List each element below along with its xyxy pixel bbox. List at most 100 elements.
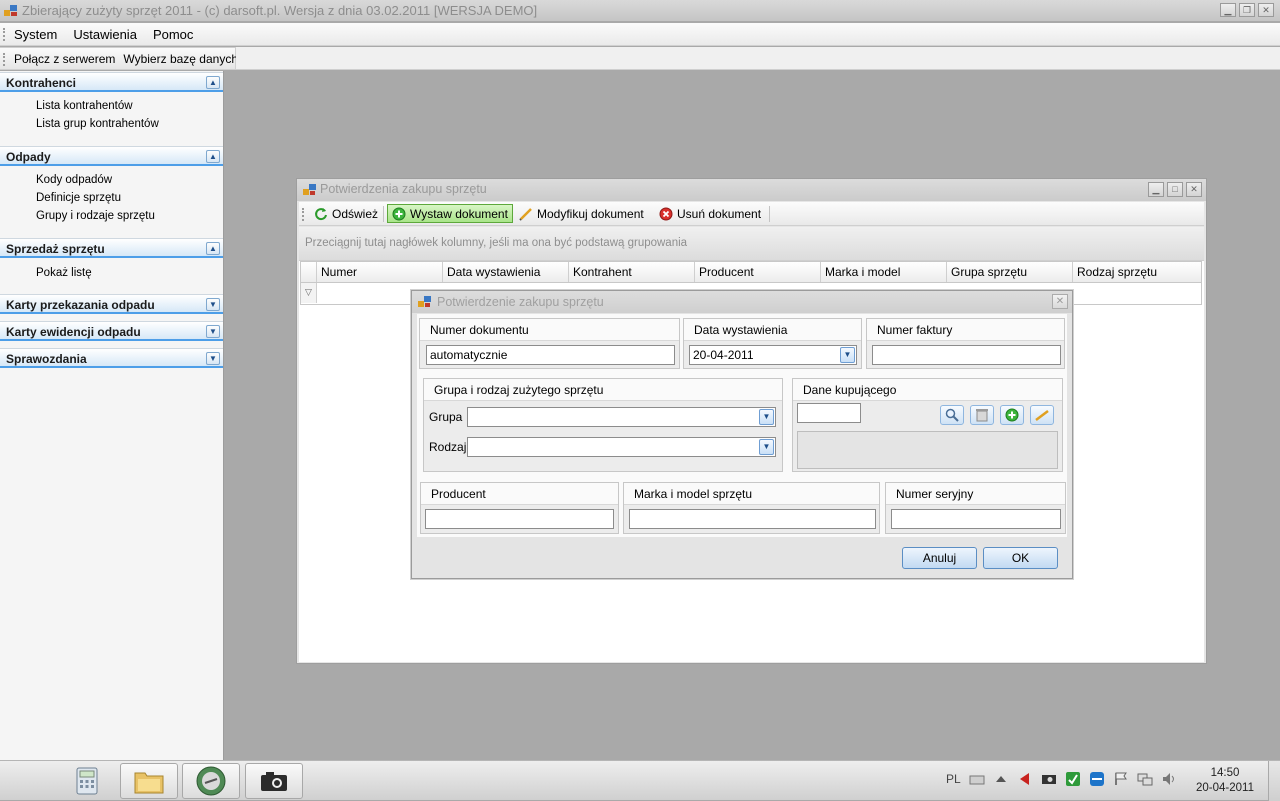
column-numer[interactable]: Numer	[317, 262, 443, 282]
grupa-label: Grupa	[429, 410, 463, 424]
marka-field[interactable]	[629, 509, 876, 529]
sidebar-item-lista-kontrahentow[interactable]: Lista kontrahentów	[36, 100, 133, 112]
list-window-title: Potwierdzenia zakupu sprzętu	[320, 182, 487, 196]
grip-icon[interactable]	[302, 208, 306, 221]
grip-icon[interactable]	[3, 28, 7, 41]
chevron-up-icon[interactable]: ▲	[206, 150, 220, 163]
taskbar-app[interactable]	[182, 763, 240, 799]
issue-document-button[interactable]: Wystaw dokument	[387, 204, 513, 223]
chevron-down-icon[interactable]: ▼	[840, 347, 855, 363]
grupa-select[interactable]: ▼	[467, 407, 776, 427]
minimize-icon[interactable]: ▁	[1220, 3, 1236, 17]
add-icon	[1005, 408, 1019, 422]
tray-expand-icon[interactable]	[993, 771, 1009, 787]
connect-server-button[interactable]: Połącz z serwerem	[14, 52, 115, 66]
data-wystawienia-label: Data wystawienia	[694, 323, 788, 337]
delete-document-button[interactable]: Usuń dokument	[655, 204, 765, 223]
numer-seryjny-field[interactable]	[891, 509, 1061, 529]
column-grupa[interactable]: Grupa sprzętu	[947, 262, 1073, 282]
column-rodzaj[interactable]: Rodzaj sprzętu	[1073, 262, 1201, 282]
kupujacy-code-field[interactable]	[797, 403, 861, 423]
modify-document-button[interactable]: Modyfikuj dokument	[515, 204, 648, 223]
panel-numer-faktury: Numer faktury	[866, 318, 1065, 369]
numer-seryjny-label: Numer seryjny	[896, 487, 974, 501]
section-odpady[interactable]: Odpady ▲	[0, 146, 223, 166]
chevron-down-icon[interactable]: ▼	[759, 439, 774, 455]
app-title-bar[interactable]: Zbierający zużyty sprzęt 2011 - (c) dars…	[0, 0, 1280, 22]
sidebar-item-pokaz-liste[interactable]: Pokaż listę	[36, 267, 92, 279]
close-icon[interactable]: ✕	[1052, 294, 1068, 309]
restore-icon[interactable]: ❐	[1239, 3, 1255, 17]
close-icon[interactable]: ✕	[1186, 182, 1202, 197]
sync-icon[interactable]	[1065, 771, 1081, 787]
column-data-wystawienia[interactable]: Data wystawienia	[443, 262, 569, 282]
chevron-down-icon[interactable]: ▼	[206, 352, 220, 365]
dialog-title-bar[interactable]: Potwierdzenie zakupu sprzętu ✕	[412, 291, 1072, 313]
ok-button[interactable]: OK	[983, 547, 1058, 569]
numer-faktury-field[interactable]	[872, 345, 1061, 365]
section-title: Sprzedaż sprzętu	[6, 242, 105, 256]
rodzaj-select[interactable]: ▼	[467, 437, 776, 457]
keyboard-icon[interactable]	[969, 771, 985, 787]
menu-system[interactable]: System	[14, 27, 57, 42]
volume-icon[interactable]	[1161, 771, 1177, 787]
show-desktop-button[interactable]	[1268, 761, 1280, 801]
panel-numer-dokumentu: Numer dokumentu automatycznie	[419, 318, 680, 369]
taskbar-calculator[interactable]	[58, 763, 116, 799]
clock[interactable]: 14:50 20-04-2011	[1196, 766, 1254, 796]
section-karty-ewidencji[interactable]: Karty ewidencji odpadu ▼	[0, 321, 223, 341]
select-database-button[interactable]: Wybierz bazę danych	[123, 52, 238, 66]
sidebar-item-definicje-sprzetu[interactable]: Definicje sprzętu	[36, 192, 121, 204]
grip-icon[interactable]	[3, 53, 7, 66]
chevron-down-icon[interactable]: ▼	[206, 325, 220, 338]
numer-dokumentu-field[interactable]: automatycznie	[426, 345, 675, 365]
issue-label: Wystaw dokument	[410, 206, 508, 221]
cancel-button[interactable]: Anuluj	[902, 547, 977, 569]
list-toolbar: Odśwież Wystaw dokument Modyfikuj dokume…	[299, 202, 1204, 226]
section-title: Sprawozdania	[6, 352, 87, 366]
network-icon[interactable]	[1137, 771, 1153, 787]
camera-tray-icon[interactable]	[1041, 771, 1057, 787]
sidebar-item-lista-grup[interactable]: Lista grup kontrahentów	[36, 118, 159, 130]
maximize-icon[interactable]: □	[1167, 182, 1183, 197]
section-sprzedaz[interactable]: Sprzedaż sprzętu ▲	[0, 238, 223, 258]
refresh-button[interactable]: Odśwież	[310, 204, 382, 223]
teamviewer-icon[interactable]	[1089, 771, 1105, 787]
search-button[interactable]	[940, 405, 964, 425]
filter-icon[interactable]: ▽	[305, 287, 312, 298]
red-arrow-icon[interactable]	[1017, 771, 1033, 787]
close-icon[interactable]: ✕	[1258, 3, 1274, 17]
trash-icon	[976, 409, 988, 422]
column-producent[interactable]: Producent	[695, 262, 821, 282]
clear-button[interactable]	[970, 405, 994, 425]
producent-label: Producent	[431, 487, 486, 501]
add-buyer-button[interactable]	[1000, 405, 1024, 425]
chevron-down-icon[interactable]: ▼	[206, 298, 220, 311]
section-sprawozdania[interactable]: Sprawozdania ▼	[0, 348, 223, 368]
language-indicator[interactable]: PL	[946, 772, 961, 786]
sidebar-item-kody-odpadow[interactable]: Kody odpadów	[36, 174, 112, 186]
app-icon	[4, 5, 17, 16]
section-kontrahenci[interactable]: Kontrahenci ▲	[0, 72, 223, 92]
flag-icon[interactable]	[1113, 771, 1129, 787]
taskbar-camera[interactable]	[245, 763, 303, 799]
chevron-up-icon[interactable]: ▲	[206, 76, 220, 89]
sidebar-item-grupy-rodzaje[interactable]: Grupy i rodzaje sprzętu	[36, 210, 155, 222]
menu-pomoc[interactable]: Pomoc	[153, 27, 193, 42]
system-tray: PL	[946, 771, 1177, 787]
column-marka[interactable]: Marka i model	[821, 262, 947, 282]
list-window-title-bar[interactable]: Potwierdzenia zakupu sprzętu ▁ □ ✕	[297, 179, 1206, 201]
chevron-down-icon[interactable]: ▼	[759, 409, 774, 425]
column-kontrahent[interactable]: Kontrahent	[569, 262, 695, 282]
minimize-icon[interactable]: ▁	[1148, 182, 1164, 197]
taskbar-explorer[interactable]	[120, 763, 178, 799]
producent-field[interactable]	[425, 509, 614, 529]
edit-buyer-button[interactable]	[1030, 405, 1054, 425]
dialog-title: Potwierdzenie zakupu sprzętu	[437, 295, 604, 309]
group-by-panel[interactable]: Przeciągnij tutaj nagłówek kolumny, jeśl…	[299, 227, 1204, 261]
data-wystawienia-field[interactable]: 20-04-2011 ▼	[689, 345, 857, 365]
refresh-icon	[315, 207, 327, 220]
section-karty-przekazania[interactable]: Karty przekazania odpadu ▼	[0, 294, 223, 314]
chevron-up-icon[interactable]: ▲	[206, 242, 220, 255]
menu-ustawienia[interactable]: Ustawienia	[73, 27, 137, 42]
